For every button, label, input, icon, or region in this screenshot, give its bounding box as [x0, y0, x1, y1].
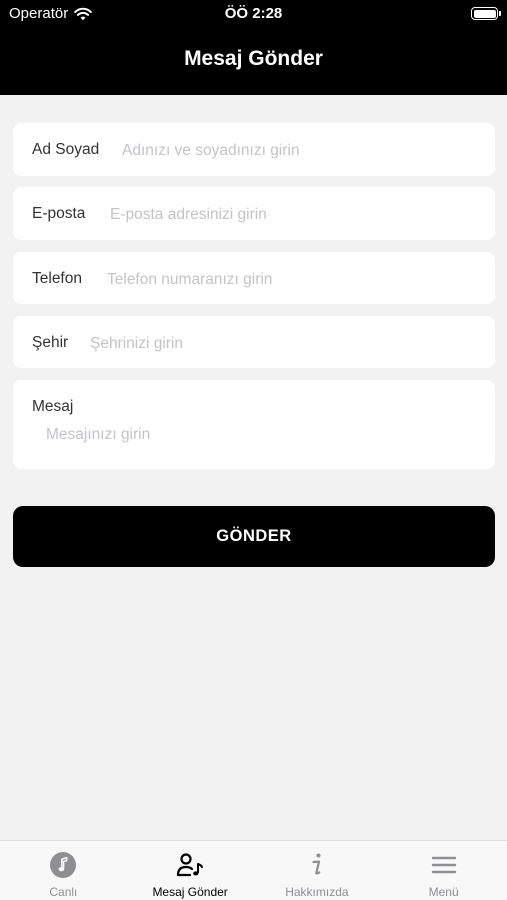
message-label: Mesaj	[32, 398, 74, 415]
status-bar: Operatör ÖÖ 2:28	[0, 0, 507, 28]
send-button[interactable]: GÖNDER	[13, 506, 495, 567]
city-input[interactable]	[90, 332, 480, 356]
city-field: Şehir	[13, 316, 495, 368]
tab-label: Mesaj Gönder	[152, 885, 228, 899]
message-field: Mesaj	[13, 380, 495, 469]
email-input[interactable]	[110, 203, 480, 227]
menu-icon	[431, 856, 456, 874]
email-field: E-posta	[13, 187, 495, 240]
page-title: Mesaj Gönder	[184, 47, 323, 70]
tab-label: Hakkımızda	[285, 885, 349, 899]
tab-hakkimizda[interactable]: Hakkımızda	[254, 841, 381, 900]
music-note-icon	[50, 852, 77, 878]
info-icon	[312, 853, 321, 875]
tab-canli[interactable]: Canlı	[0, 841, 127, 900]
tab-label: Canlı	[49, 885, 78, 899]
phone-input[interactable]	[107, 268, 482, 292]
status-time: ÖÖ 2:28	[224, 5, 283, 22]
city-label: Şehir	[32, 334, 69, 351]
tab-mesaj-gonder[interactable]: Mesaj Gönder	[127, 841, 254, 900]
tab-bar: Canlı Mesaj Gönder Hakkımızda Menü	[0, 840, 507, 900]
phone-field: Telefon	[13, 252, 495, 304]
tab-menu[interactable]: Menü	[380, 841, 507, 900]
tab-label: Menü	[428, 885, 459, 899]
navigation-header: Operatör ÖÖ 2:28 Mesaj Gönder	[0, 0, 507, 95]
name-input[interactable]	[122, 139, 482, 163]
battery-icon	[471, 7, 501, 20]
person-music-icon	[177, 853, 204, 877]
email-label: E-posta	[32, 205, 86, 222]
name-label: Ad Soyad	[32, 141, 100, 158]
message-input[interactable]	[46, 426, 476, 450]
phone-label: Telefon	[32, 270, 82, 287]
name-field: Ad Soyad	[13, 123, 495, 176]
